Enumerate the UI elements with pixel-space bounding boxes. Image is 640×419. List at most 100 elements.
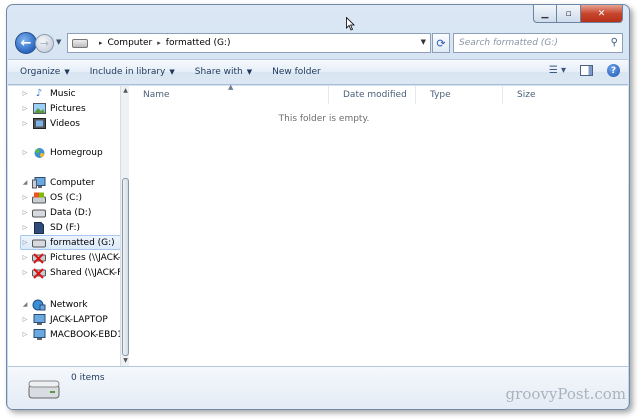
videos-icon <box>32 118 46 130</box>
sd-card-icon <box>32 221 46 234</box>
tree-item-pictures[interactable]: ▷ Pictures <box>21 101 127 116</box>
column-header-label: Size <box>517 90 536 100</box>
search-input[interactable]: Search formatted (G:) ⚲ <box>453 33 623 53</box>
explorer-window: ▁ ▫ ✕ ← → ▼ ▸ Computer ▸ formatted (G:) … <box>6 4 630 410</box>
tree-item-label: JACK-LAPTOP <box>50 314 108 325</box>
item-count: 0 items <box>71 373 105 383</box>
expand-icon[interactable]: ▷ <box>21 316 29 323</box>
change-view-icon[interactable]: ☰ ▾ <box>549 65 566 76</box>
music-icon: ♪ <box>35 88 43 99</box>
new-folder-label: New folder <box>272 67 321 77</box>
address-bar[interactable]: ▸ Computer ▸ formatted (G:) ▼ <box>67 33 431 53</box>
chevron-down-icon: ▼ <box>246 68 253 76</box>
disconnected-network-drive-icon <box>32 267 46 279</box>
drive-icon <box>32 237 46 249</box>
scroll-thumb[interactable] <box>122 178 129 356</box>
tree-item-label: OS (C:) <box>50 192 82 203</box>
address-dropdown-icon[interactable]: ▼ <box>421 38 426 46</box>
collapse-icon[interactable]: ◢ <box>21 301 29 308</box>
tree-item-macbook[interactable]: ▷ MACBOOK-EBD1 <box>21 327 127 342</box>
file-list[interactable]: Name ▲ Date modified Type Size This fold… <box>129 83 628 366</box>
expand-icon[interactable]: ▷ <box>21 239 29 246</box>
chevron-down-icon: ▼ <box>169 68 175 76</box>
tree-item-computer[interactable]: ◢ Computer <box>21 175 127 190</box>
expand-icon[interactable]: ▷ <box>21 90 29 97</box>
collapse-icon[interactable]: ◢ <box>21 179 29 186</box>
column-header-type[interactable]: Type <box>416 86 503 104</box>
tree-item-jack-laptop[interactable]: ▷ JACK-LAPTOP <box>21 312 127 327</box>
arrow-left-icon: ← <box>20 35 32 51</box>
column-header-size[interactable]: Size <box>503 86 573 104</box>
expand-icon[interactable]: ▷ <box>21 331 29 338</box>
expand-icon[interactable]: ▷ <box>21 120 29 127</box>
preview-pane-icon[interactable] <box>580 65 593 76</box>
tree-item-network-shared[interactable]: ▷ Shared (\\JACK-F <box>21 265 127 280</box>
arrow-right-icon: → <box>39 37 50 50</box>
expand-icon[interactable]: ▷ <box>21 149 29 156</box>
tree-item-drive-g[interactable]: ▷ formatted (G:) <box>20 235 121 250</box>
expand-icon[interactable]: ▷ <box>21 209 29 216</box>
drive-icon <box>72 38 88 48</box>
tree-item-videos[interactable]: ▷ Videos <box>21 116 127 131</box>
navigation-row: ← → ▼ ▸ Computer ▸ formatted (G:) ▼ ⟳ Se… <box>11 31 625 57</box>
breadcrumb-separator-icon[interactable]: ▸ <box>99 39 103 47</box>
tree-item-drive-d[interactable]: ▷ Data (D:) <box>21 205 127 220</box>
computer-icon <box>32 176 46 189</box>
close-button[interactable]: ✕ <box>581 5 623 23</box>
expand-icon[interactable]: ▷ <box>21 269 29 276</box>
search-icon[interactable]: ⚲ <box>611 37 618 48</box>
refresh-button[interactable]: ⟳ <box>432 33 450 53</box>
tree-item-drive-f[interactable]: ▷ SD (F:) <box>21 220 127 235</box>
new-folder-button[interactable]: New folder <box>272 67 321 77</box>
network-computer-icon <box>32 328 46 341</box>
recent-pages-button[interactable]: ▼ <box>56 38 61 46</box>
expand-icon[interactable]: ▷ <box>21 194 29 201</box>
column-header-label: Type <box>430 90 451 100</box>
navigation-pane: ▷ ♪ Music ▷ Pictures ▷ Videos ▷ Homegrou… <box>8 86 128 366</box>
homegroup-icon <box>32 147 46 159</box>
maximize-button[interactable]: ▫ <box>557 5 581 23</box>
tree-item-label: Pictures (\\JACK- <box>50 252 122 263</box>
organize-button[interactable]: Organize ▼ <box>20 67 70 77</box>
drive-icon <box>28 379 60 399</box>
toolbar-right: ☰ ▾ ? <box>535 64 620 77</box>
tree-item-label: Homegroup <box>50 147 103 158</box>
tree-item-homegroup[interactable]: ▷ Homegroup <box>21 145 127 160</box>
share-with-label: Share with <box>194 67 243 77</box>
watermark: groovyPost.com <box>505 385 626 403</box>
tree-item-label: Videos <box>50 118 80 129</box>
expand-icon[interactable]: ▷ <box>21 254 29 261</box>
tree-item-network-pictures[interactable]: ▷ Pictures (\\JACK- <box>21 250 127 265</box>
tree-item-label: Computer <box>50 177 95 188</box>
command-bar: Organize ▼ Include in library ▼ Share with… <box>8 59 628 85</box>
tree-item-drive-c[interactable]: ▷ OS (C:) <box>21 190 127 205</box>
forward-button[interactable]: → <box>35 34 54 53</box>
nav-pane-scrollbar[interactable]: ▲ ▼ <box>120 86 129 366</box>
column-header-label: Date modified <box>343 90 407 100</box>
drive-icon <box>32 207 46 219</box>
help-icon[interactable]: ? <box>607 64 620 77</box>
tree-item-label: SD (F:) <box>50 222 81 233</box>
tree-item-music[interactable]: ▷ ♪ Music <box>21 86 127 101</box>
column-header-label: Name <box>143 90 170 100</box>
network-icon <box>32 299 46 311</box>
tree-item-label: Network <box>50 299 88 310</box>
breadcrumb-formatted-drive[interactable]: formatted (G:) <box>166 38 231 48</box>
mouse-cursor-icon <box>346 17 355 31</box>
sort-ascending-icon: ▲ <box>228 83 234 91</box>
share-with-button[interactable]: Share with ▼ <box>195 67 252 77</box>
expand-icon[interactable]: ▷ <box>21 105 29 112</box>
tree-item-label: Pictures <box>50 103 86 114</box>
tree-item-network[interactable]: ◢ Network <box>21 297 127 312</box>
expand-icon[interactable]: ▷ <box>21 224 29 231</box>
minimize-button[interactable]: ▁ <box>533 5 557 23</box>
tree-item-label: formatted (G:) <box>50 237 115 248</box>
column-header-date-modified[interactable]: Date modified <box>329 86 416 104</box>
include-in-library-button[interactable]: Include in library ▼ <box>90 67 175 77</box>
tree-item-label: Shared (\\JACK-F <box>50 267 123 278</box>
back-button[interactable]: ← <box>15 32 37 54</box>
breadcrumb-computer[interactable]: Computer <box>108 38 153 48</box>
breadcrumb-separator-icon[interactable]: ▸ <box>157 39 161 47</box>
chevron-down-icon: ▼ <box>64 68 70 76</box>
pictures-icon <box>32 103 46 115</box>
